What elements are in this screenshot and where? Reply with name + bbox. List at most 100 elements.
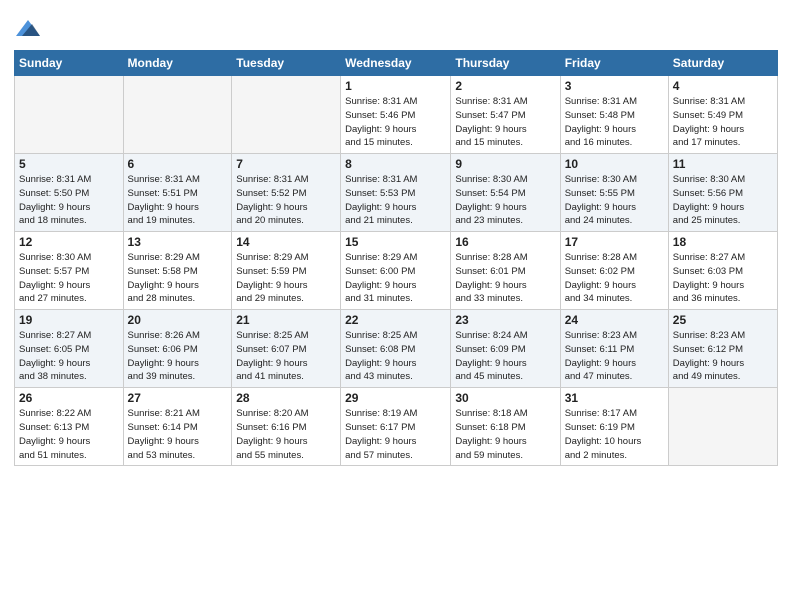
- calendar-cell: [123, 76, 232, 154]
- calendar-week-5: 26 Sunrise: 8:22 AM Sunset: 6:13 PM Dayli…: [15, 388, 778, 466]
- day-info: Sunrise: 8:25 AM Sunset: 6:08 PM Dayligh…: [345, 329, 446, 384]
- calendar-week-4: 19 Sunrise: 8:27 AM Sunset: 6:05 PM Dayli…: [15, 310, 778, 388]
- day-number: 14: [236, 235, 336, 249]
- day-number: 7: [236, 157, 336, 171]
- day-info: Sunrise: 8:31 AM Sunset: 5:51 PM Dayligh…: [128, 173, 228, 228]
- day-number: 10: [565, 157, 664, 171]
- day-number: 26: [19, 391, 119, 405]
- day-info: Sunrise: 8:30 AM Sunset: 5:55 PM Dayligh…: [565, 173, 664, 228]
- calendar-week-1: 1 Sunrise: 8:31 AM Sunset: 5:46 PM Daylig…: [15, 76, 778, 154]
- day-number: 29: [345, 391, 446, 405]
- day-number: 28: [236, 391, 336, 405]
- day-number: 25: [673, 313, 773, 327]
- calendar-cell: 28 Sunrise: 8:20 AM Sunset: 6:16 PM Dayli…: [232, 388, 341, 466]
- logo-icon: [14, 14, 42, 42]
- calendar-cell: 23 Sunrise: 8:24 AM Sunset: 6:09 PM Dayli…: [451, 310, 560, 388]
- day-number: 13: [128, 235, 228, 249]
- calendar-table: SundayMondayTuesdayWednesdayThursdayFrid…: [14, 50, 778, 466]
- day-info: Sunrise: 8:28 AM Sunset: 6:01 PM Dayligh…: [455, 251, 555, 306]
- day-number: 3: [565, 79, 664, 93]
- calendar-cell: 6 Sunrise: 8:31 AM Sunset: 5:51 PM Daylig…: [123, 154, 232, 232]
- day-number: 27: [128, 391, 228, 405]
- day-number: 16: [455, 235, 555, 249]
- day-info: Sunrise: 8:29 AM Sunset: 5:58 PM Dayligh…: [128, 251, 228, 306]
- calendar-week-3: 12 Sunrise: 8:30 AM Sunset: 5:57 PM Dayli…: [15, 232, 778, 310]
- calendar-cell: 3 Sunrise: 8:31 AM Sunset: 5:48 PM Daylig…: [560, 76, 668, 154]
- calendar-cell: 15 Sunrise: 8:29 AM Sunset: 6:00 PM Dayli…: [341, 232, 451, 310]
- day-info: Sunrise: 8:24 AM Sunset: 6:09 PM Dayligh…: [455, 329, 555, 384]
- day-number: 23: [455, 313, 555, 327]
- day-number: 4: [673, 79, 773, 93]
- day-info: Sunrise: 8:31 AM Sunset: 5:53 PM Dayligh…: [345, 173, 446, 228]
- day-info: Sunrise: 8:31 AM Sunset: 5:49 PM Dayligh…: [673, 95, 773, 150]
- header: [14, 10, 778, 42]
- day-info: Sunrise: 8:31 AM Sunset: 5:47 PM Dayligh…: [455, 95, 555, 150]
- day-info: Sunrise: 8:25 AM Sunset: 6:07 PM Dayligh…: [236, 329, 336, 384]
- calendar-cell: 22 Sunrise: 8:25 AM Sunset: 6:08 PM Dayli…: [341, 310, 451, 388]
- calendar-cell: [15, 76, 124, 154]
- calendar-cell: 12 Sunrise: 8:30 AM Sunset: 5:57 PM Dayli…: [15, 232, 124, 310]
- day-info: Sunrise: 8:30 AM Sunset: 5:57 PM Dayligh…: [19, 251, 119, 306]
- calendar-cell: 30 Sunrise: 8:18 AM Sunset: 6:18 PM Dayli…: [451, 388, 560, 466]
- day-info: Sunrise: 8:20 AM Sunset: 6:16 PM Dayligh…: [236, 407, 336, 462]
- weekday-monday: Monday: [123, 51, 232, 76]
- day-number: 21: [236, 313, 336, 327]
- day-info: Sunrise: 8:26 AM Sunset: 6:06 PM Dayligh…: [128, 329, 228, 384]
- calendar-cell: 9 Sunrise: 8:30 AM Sunset: 5:54 PM Daylig…: [451, 154, 560, 232]
- calendar-cell: [668, 388, 777, 466]
- calendar-cell: 25 Sunrise: 8:23 AM Sunset: 6:12 PM Dayli…: [668, 310, 777, 388]
- day-info: Sunrise: 8:21 AM Sunset: 6:14 PM Dayligh…: [128, 407, 228, 462]
- day-info: Sunrise: 8:31 AM Sunset: 5:46 PM Dayligh…: [345, 95, 446, 150]
- calendar-cell: 18 Sunrise: 8:27 AM Sunset: 6:03 PM Dayli…: [668, 232, 777, 310]
- calendar-cell: 4 Sunrise: 8:31 AM Sunset: 5:49 PM Daylig…: [668, 76, 777, 154]
- day-info: Sunrise: 8:31 AM Sunset: 5:52 PM Dayligh…: [236, 173, 336, 228]
- day-number: 15: [345, 235, 446, 249]
- day-number: 9: [455, 157, 555, 171]
- calendar-cell: 16 Sunrise: 8:28 AM Sunset: 6:01 PM Dayli…: [451, 232, 560, 310]
- calendar-cell: 7 Sunrise: 8:31 AM Sunset: 5:52 PM Daylig…: [232, 154, 341, 232]
- day-info: Sunrise: 8:30 AM Sunset: 5:56 PM Dayligh…: [673, 173, 773, 228]
- day-info: Sunrise: 8:27 AM Sunset: 6:03 PM Dayligh…: [673, 251, 773, 306]
- day-info: Sunrise: 8:29 AM Sunset: 5:59 PM Dayligh…: [236, 251, 336, 306]
- calendar-cell: 11Sunrise: 8:30 AM Sunset: 5:56 PM Dayli…: [668, 154, 777, 232]
- day-info: Sunrise: 8:27 AM Sunset: 6:05 PM Dayligh…: [19, 329, 119, 384]
- page: SundayMondayTuesdayWednesdayThursdayFrid…: [0, 0, 792, 612]
- calendar-cell: 13 Sunrise: 8:29 AM Sunset: 5:58 PM Dayli…: [123, 232, 232, 310]
- day-info: Sunrise: 8:17 AM Sunset: 6:19 PM Dayligh…: [565, 407, 664, 462]
- day-info: Sunrise: 8:30 AM Sunset: 5:54 PM Dayligh…: [455, 173, 555, 228]
- day-info: Sunrise: 8:31 AM Sunset: 5:48 PM Dayligh…: [565, 95, 664, 150]
- calendar-cell: 31Sunrise: 8:17 AM Sunset: 6:19 PM Dayli…: [560, 388, 668, 466]
- day-number: 6: [128, 157, 228, 171]
- day-info: Sunrise: 8:23 AM Sunset: 6:11 PM Dayligh…: [565, 329, 664, 384]
- logo: [14, 14, 46, 42]
- calendar-cell: 14 Sunrise: 8:29 AM Sunset: 5:59 PM Dayli…: [232, 232, 341, 310]
- day-number: 12: [19, 235, 119, 249]
- day-info: Sunrise: 8:29 AM Sunset: 6:00 PM Dayligh…: [345, 251, 446, 306]
- day-info: Sunrise: 8:22 AM Sunset: 6:13 PM Dayligh…: [19, 407, 119, 462]
- day-number: 24: [565, 313, 664, 327]
- calendar-cell: 27 Sunrise: 8:21 AM Sunset: 6:14 PM Dayli…: [123, 388, 232, 466]
- day-number: 19: [19, 313, 119, 327]
- day-number: 5: [19, 157, 119, 171]
- day-number: 1: [345, 79, 446, 93]
- day-number: 17: [565, 235, 664, 249]
- calendar-cell: 17Sunrise: 8:28 AM Sunset: 6:02 PM Dayli…: [560, 232, 668, 310]
- calendar-cell: 19 Sunrise: 8:27 AM Sunset: 6:05 PM Dayli…: [15, 310, 124, 388]
- day-number: 2: [455, 79, 555, 93]
- calendar-cell: 26 Sunrise: 8:22 AM Sunset: 6:13 PM Dayli…: [15, 388, 124, 466]
- calendar-cell: 5Sunrise: 8:31 AM Sunset: 5:50 PM Daylig…: [15, 154, 124, 232]
- calendar-cell: 10 Sunrise: 8:30 AM Sunset: 5:55 PM Dayli…: [560, 154, 668, 232]
- calendar-week-2: 5Sunrise: 8:31 AM Sunset: 5:50 PM Daylig…: [15, 154, 778, 232]
- day-info: Sunrise: 8:23 AM Sunset: 6:12 PM Dayligh…: [673, 329, 773, 384]
- calendar-cell: 24 Sunrise: 8:23 AM Sunset: 6:11 PM Dayli…: [560, 310, 668, 388]
- calendar-cell: 1 Sunrise: 8:31 AM Sunset: 5:46 PM Daylig…: [341, 76, 451, 154]
- day-number: 22: [345, 313, 446, 327]
- calendar-cell: 2 Sunrise: 8:31 AM Sunset: 5:47 PM Daylig…: [451, 76, 560, 154]
- day-number: 18: [673, 235, 773, 249]
- day-number: 30: [455, 391, 555, 405]
- weekday-friday: Friday: [560, 51, 668, 76]
- day-info: Sunrise: 8:18 AM Sunset: 6:18 PM Dayligh…: [455, 407, 555, 462]
- weekday-header-row: SundayMondayTuesdayWednesdayThursdayFrid…: [15, 51, 778, 76]
- day-number: 20: [128, 313, 228, 327]
- day-number: 8: [345, 157, 446, 171]
